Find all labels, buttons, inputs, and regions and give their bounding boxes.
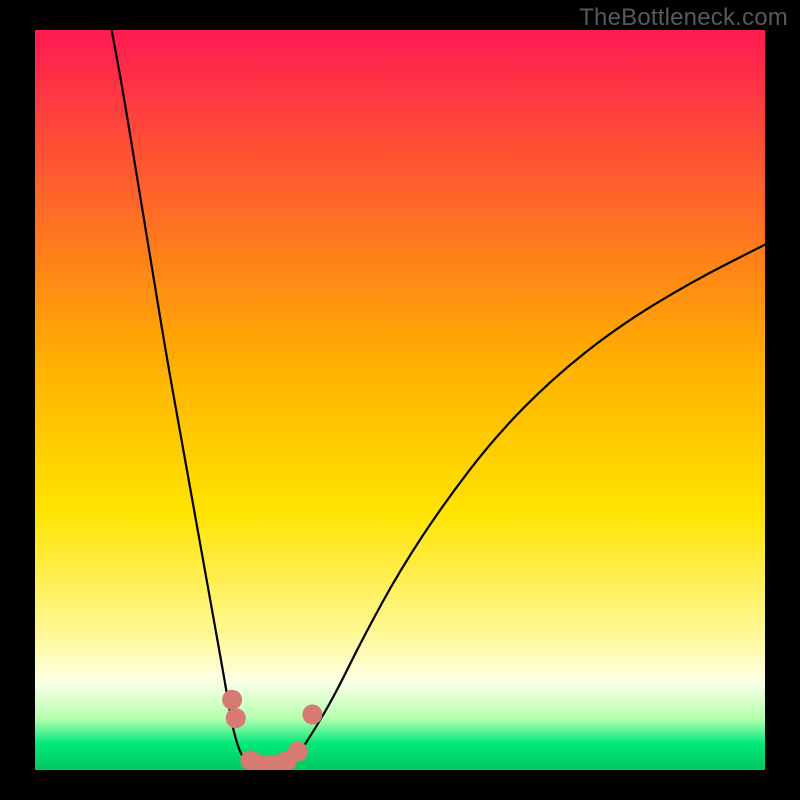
marker-point (302, 705, 322, 725)
watermark-text: TheBottleneck.com (579, 4, 788, 32)
bottleneck-chart (0, 0, 800, 800)
marker-point (222, 690, 242, 710)
marker-point (226, 708, 246, 728)
gradient-background (35, 30, 765, 770)
plot-area (35, 30, 765, 775)
marker-point (288, 742, 308, 762)
